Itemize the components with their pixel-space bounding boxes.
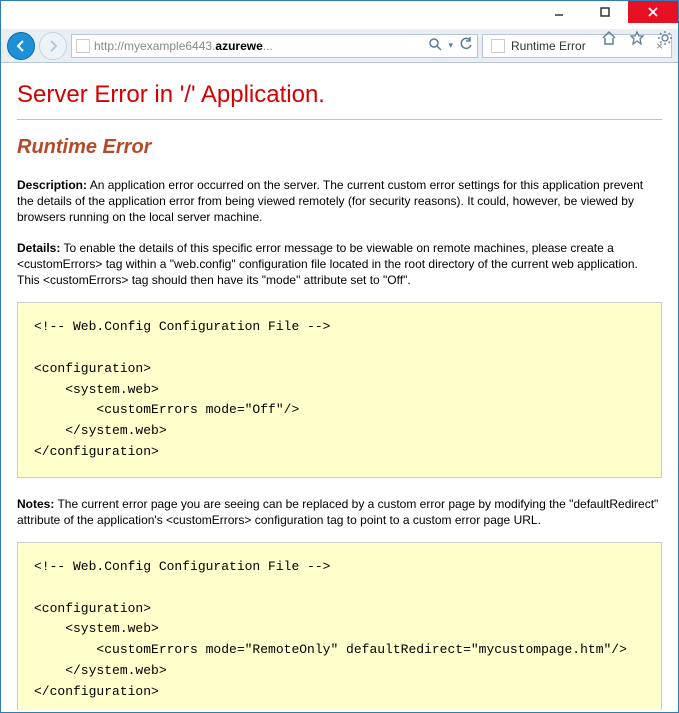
page-title: Server Error in '/' Application.: [17, 81, 662, 109]
close-button[interactable]: [628, 1, 678, 23]
home-icon[interactable]: [601, 30, 617, 51]
address-bar[interactable]: http://myexample6443.azurewe... ▾: [71, 34, 478, 58]
description-paragraph: Description: An application error occurr…: [17, 177, 662, 226]
details-label: Details:: [17, 241, 60, 255]
page-content: Server Error in '/' Application. Runtime…: [1, 63, 678, 710]
refresh-icon[interactable]: [459, 37, 473, 54]
code-block-2: <!-- Web.Config Configuration File --> <…: [17, 542, 662, 710]
description-label: Description:: [17, 178, 87, 192]
code-block-1: <!-- Web.Config Configuration File --> <…: [17, 302, 662, 478]
notes-paragraph: Notes: The current error page you are se…: [17, 496, 662, 528]
description-text: An application error occurred on the ser…: [17, 178, 643, 224]
favicon-icon: [491, 39, 505, 53]
divider: [17, 119, 662, 120]
error-heading: Runtime Error: [17, 136, 662, 159]
notes-label: Notes:: [17, 497, 54, 511]
search-icon[interactable]: [428, 37, 442, 54]
forward-button[interactable]: [39, 32, 67, 60]
window-titlebar: [1, 1, 678, 29]
notes-text: The current error page you are seeing ca…: [17, 497, 658, 527]
minimize-button[interactable]: [536, 1, 582, 23]
url-text: http://myexample6443.azurewe...: [94, 39, 424, 53]
dropdown-icon[interactable]: ▾: [448, 40, 453, 51]
settings-icon[interactable]: [657, 30, 673, 51]
page-icon: [76, 39, 90, 53]
toolbar-right-icons: [601, 30, 673, 51]
details-text: To enable the details of this specific e…: [17, 241, 638, 287]
details-paragraph: Details: To enable the details of this s…: [17, 240, 662, 289]
browser-toolbar: http://myexample6443.azurewe... ▾ Runtim…: [1, 29, 678, 63]
maximize-button[interactable]: [582, 1, 628, 23]
favorites-icon[interactable]: [629, 30, 645, 51]
tab-title: Runtime Error: [511, 39, 586, 53]
back-button[interactable]: [7, 32, 35, 60]
